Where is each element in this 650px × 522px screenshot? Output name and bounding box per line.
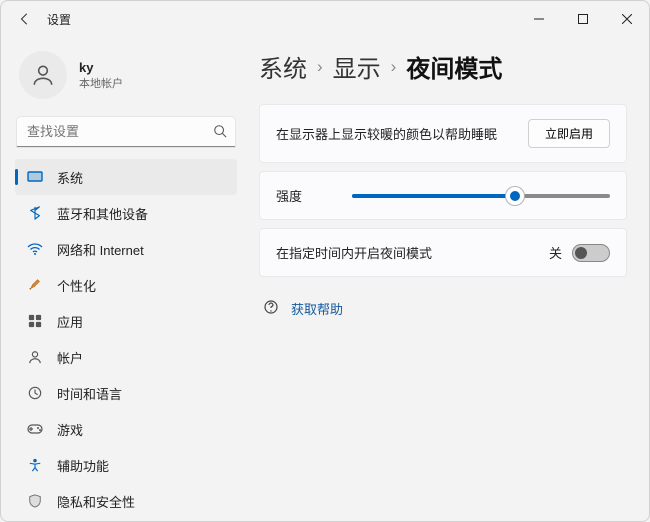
enable-desc: 在显示器上显示较暖的颜色以帮助睡眠 xyxy=(276,124,497,143)
avatar xyxy=(19,51,67,99)
user-profile[interactable]: ky 本地帐户 xyxy=(15,45,237,113)
toggle-state-text: 关 xyxy=(549,243,562,262)
sidebar-item-label: 时间和语言 xyxy=(57,384,122,403)
search-box[interactable] xyxy=(17,117,235,147)
sidebar-item-label: 帐户 xyxy=(57,348,83,367)
sidebar-item-label: 个性化 xyxy=(57,276,96,295)
sidebar-item-label: 蓝牙和其他设备 xyxy=(57,204,148,223)
close-button[interactable] xyxy=(605,1,649,37)
sidebar-item-time[interactable]: 时间和语言 xyxy=(15,375,237,411)
card-schedule[interactable]: 在指定时间内开启夜间模式 关 xyxy=(259,228,627,277)
window-title: 设置 xyxy=(47,11,71,28)
sidebar-item-label: 系统 xyxy=(57,168,83,187)
account-type: 本地帐户 xyxy=(79,75,123,91)
game-icon xyxy=(27,421,43,437)
brush-icon xyxy=(27,277,43,293)
maximize-button[interactable] xyxy=(561,1,605,37)
slider-thumb[interactable] xyxy=(506,187,524,205)
person-icon xyxy=(27,349,43,365)
breadcrumb: 系统 › 显示 › 夜间模式 xyxy=(259,49,627,84)
sidebar-item-system[interactable]: 系统 xyxy=(15,159,237,195)
sidebar-item-privacy[interactable]: 隐私和安全性 xyxy=(15,483,237,519)
schedule-label: 在指定时间内开启夜间模式 xyxy=(276,243,432,262)
help-icon xyxy=(263,299,279,318)
search-input[interactable] xyxy=(17,117,235,147)
accessibility-icon xyxy=(27,457,43,473)
breadcrumb-system[interactable]: 系统 xyxy=(259,49,307,84)
wifi-icon xyxy=(27,241,43,257)
sidebar-item-bluetooth[interactable]: 蓝牙和其他设备 xyxy=(15,195,237,231)
back-button[interactable] xyxy=(13,7,37,31)
chevron-right-icon: › xyxy=(391,57,397,77)
sidebar-item-personalization[interactable]: 个性化 xyxy=(15,267,237,303)
sidebar-item-accounts[interactable]: 帐户 xyxy=(15,339,237,375)
sidebar-item-label: 游戏 xyxy=(57,420,83,439)
strength-slider[interactable] xyxy=(352,194,610,198)
sidebar-item-network[interactable]: 网络和 Internet xyxy=(15,231,237,267)
shield-icon xyxy=(27,493,43,509)
sidebar-item-label: 隐私和安全性 xyxy=(57,492,135,511)
clock-icon xyxy=(27,385,43,401)
search-icon xyxy=(213,124,227,143)
sidebar-item-label: 辅助功能 xyxy=(57,456,109,475)
schedule-toggle[interactable] xyxy=(572,244,610,262)
sidebar-item-gaming[interactable]: 游戏 xyxy=(15,411,237,447)
strength-label: 强度 xyxy=(276,186,302,205)
card-enable: 在显示器上显示较暖的颜色以帮助睡眠 立即启用 xyxy=(259,104,627,163)
apps-icon xyxy=(27,313,43,329)
sidebar-item-label: 应用 xyxy=(57,312,83,331)
sidebar-item-label: 网络和 Internet xyxy=(57,240,144,259)
bluetooth-icon xyxy=(27,205,43,221)
chevron-right-icon: › xyxy=(317,57,323,77)
sidebar-item-apps[interactable]: 应用 xyxy=(15,303,237,339)
get-help-link[interactable]: 获取帮助 xyxy=(291,299,343,318)
breadcrumb-display[interactable]: 显示 xyxy=(333,49,381,84)
sidebar-item-accessibility[interactable]: 辅助功能 xyxy=(15,447,237,483)
enable-now-button[interactable]: 立即启用 xyxy=(528,119,610,148)
card-strength: 强度 xyxy=(259,171,627,220)
minimize-button[interactable] xyxy=(517,1,561,37)
page-title: 夜间模式 xyxy=(406,49,502,84)
system-icon xyxy=(27,169,43,185)
user-name: ky xyxy=(79,60,123,75)
sidebar-item-update[interactable]: Windows 更新 xyxy=(15,519,237,521)
